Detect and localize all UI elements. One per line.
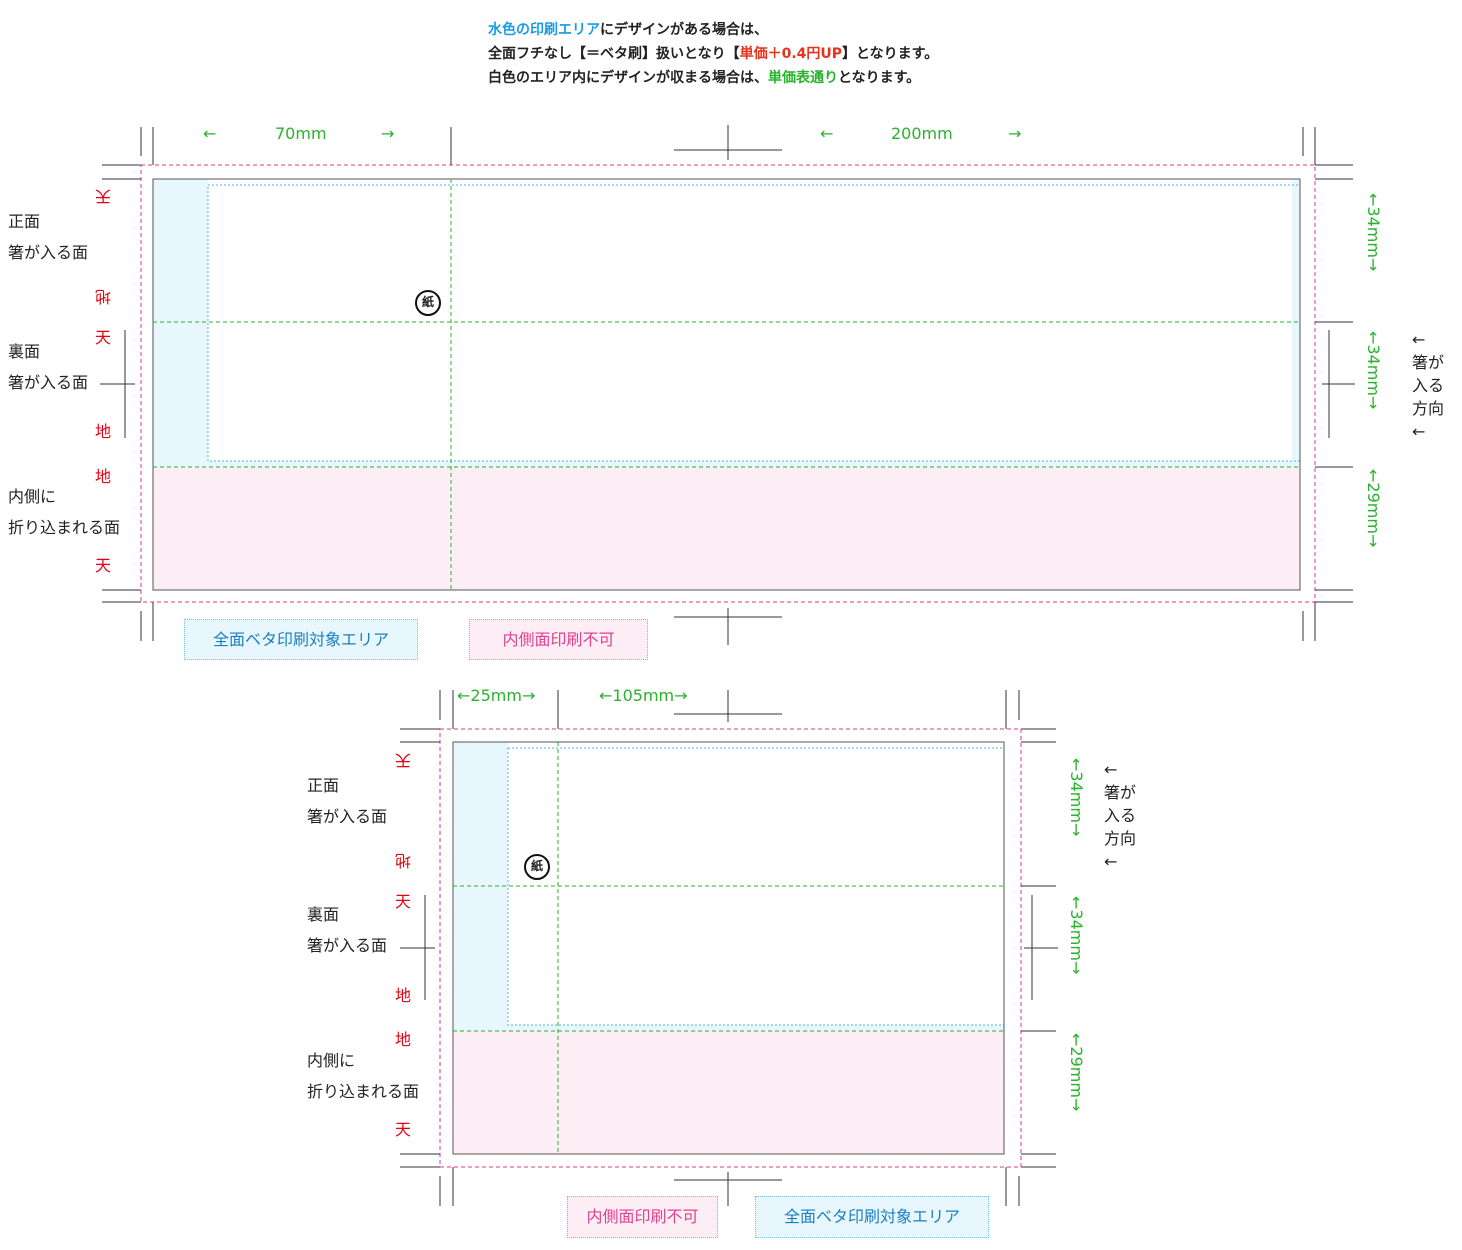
chi-label-flipped: 地 bbox=[395, 851, 412, 870]
dimension-height-inner: ←29mm→ bbox=[1067, 1033, 1086, 1112]
back-face-label: 裏面 箸が入る面 bbox=[8, 342, 89, 392]
front-face-label: 正面 箸が入る面 bbox=[8, 212, 89, 262]
legend-full-print-area: 全面ベタ印刷対象エリア bbox=[755, 1196, 989, 1238]
ten-label: 天 bbox=[95, 328, 112, 347]
legend-no-inner-print: 内側面印刷不可 bbox=[567, 1196, 718, 1238]
full-print-bottom-strip bbox=[508, 1025, 1004, 1031]
chi-label-flipped: 地 bbox=[95, 287, 112, 306]
chi-label: 地 bbox=[95, 422, 112, 441]
full-print-strip bbox=[153, 179, 208, 467]
safe-area-border bbox=[207, 184, 1301, 462]
legend-no-inner-print: 内側面印刷不可 bbox=[469, 619, 648, 660]
dimension-width-left: 70mm bbox=[275, 124, 327, 143]
arrow-right-icon: → bbox=[1008, 124, 1022, 143]
dimension-height-back: ←34mm→ bbox=[1067, 896, 1086, 975]
chi-label: 地 bbox=[95, 467, 112, 486]
insertion-direction-label: ← 箸が 入る 方向 ← bbox=[1412, 330, 1445, 441]
inner-face-area bbox=[153, 467, 1300, 590]
chi-label: 地 bbox=[395, 1030, 412, 1049]
paper-recycle-icon: 紙 bbox=[415, 290, 441, 316]
dimension-height-front: ←34mm→ bbox=[1067, 758, 1086, 837]
front-face-label: 正面 箸が入る面 bbox=[307, 776, 388, 826]
paper-recycle-icon: 紙 bbox=[524, 854, 550, 880]
ten-label-flipped: 天 bbox=[395, 751, 412, 770]
arrow-left-icon: ← bbox=[820, 124, 834, 143]
chi-label: 地 bbox=[395, 986, 412, 1005]
legend-full-print-area: 全面ベタ印刷対象エリア bbox=[184, 619, 418, 660]
insertion-direction-label: ← 箸が 入る 方向 ← bbox=[1104, 760, 1137, 871]
full-print-right-strip bbox=[1292, 179, 1300, 467]
inner-face-area bbox=[453, 1031, 1004, 1154]
ten-label: 天 bbox=[395, 1120, 412, 1139]
dimension-width-right: 200mm bbox=[891, 124, 953, 143]
back-face-label: 裏面 箸が入る面 bbox=[307, 905, 388, 955]
arrow-right-icon: → bbox=[381, 124, 395, 143]
dimension-height-inner: ←29mm→ bbox=[1364, 469, 1383, 548]
arrow-left-icon: ← bbox=[1104, 760, 1118, 779]
arrow-left-icon: ← bbox=[1104, 852, 1118, 871]
arrow-left-icon: ← bbox=[1412, 422, 1426, 441]
ten-label-flipped: 天 bbox=[95, 187, 112, 206]
dimension-height-front: ←34mm→ bbox=[1364, 193, 1383, 272]
dimension-width-left: ←25mm→ bbox=[457, 686, 536, 705]
inner-face-label: 内側に 折り込まれる面 bbox=[8, 487, 121, 537]
ten-label: 天 bbox=[95, 556, 112, 575]
full-print-bottom-strip bbox=[208, 461, 1300, 467]
arrow-left-icon: ← bbox=[1412, 330, 1426, 349]
arrow-left-icon: ← bbox=[203, 124, 217, 143]
inner-face-label: 内側に 折り込まれる面 bbox=[307, 1051, 420, 1101]
dimension-height-back: ←34mm→ bbox=[1364, 331, 1383, 410]
dimension-width-right: ←105mm→ bbox=[599, 686, 688, 705]
ten-label: 天 bbox=[395, 892, 412, 911]
